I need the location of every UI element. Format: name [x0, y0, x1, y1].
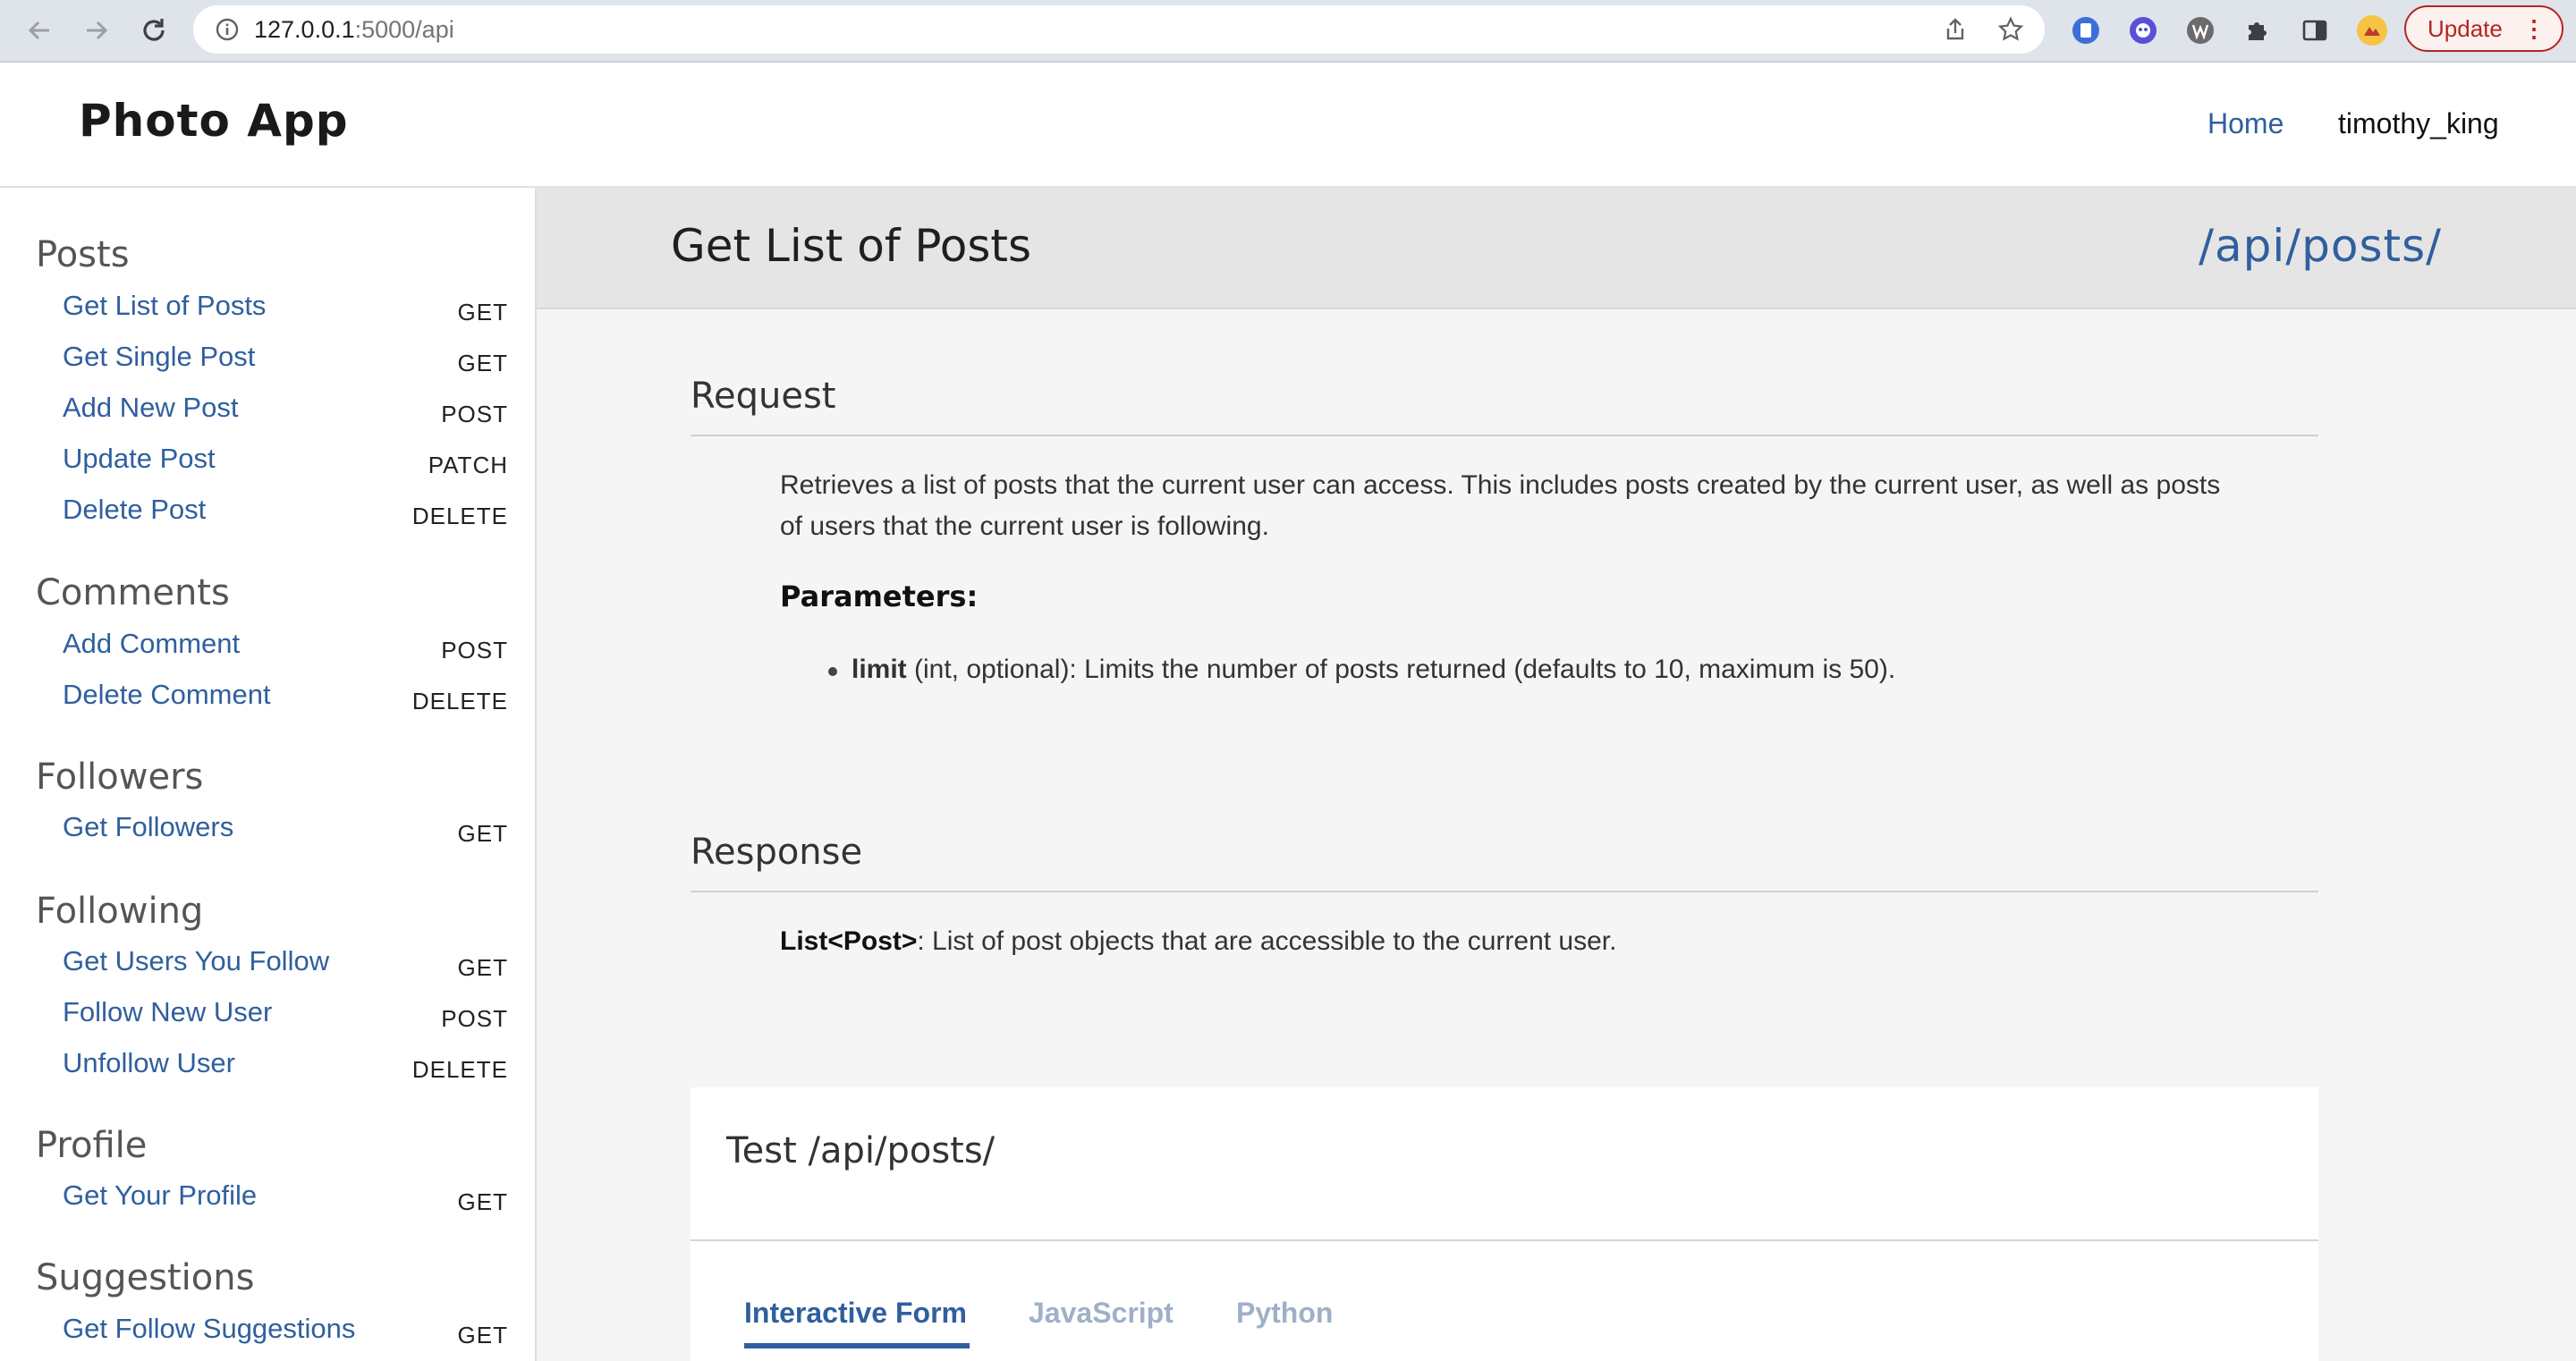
sidebar-item-get-single-post[interactable]: Get Single Post GET — [0, 341, 535, 385]
sidebar-item-label[interactable]: Get Single Post — [63, 341, 255, 373]
sidebar-section-comments: Comments — [36, 572, 230, 613]
sidebar-item-get-your-profile[interactable]: Get Your Profile GET — [0, 1179, 535, 1224]
url-text: 127.0.0.1:5000/api — [254, 5, 454, 54]
browser-toolbar: 127.0.0.1:5000/api Update ⋮ — [0, 0, 2576, 63]
divider — [691, 891, 2318, 892]
sidebar-item-label[interactable]: Unfollow User — [63, 1047, 235, 1079]
app-header: Photo App Home timothy_king — [0, 63, 2576, 188]
update-label: Update — [2428, 15, 2503, 42]
sidebar-item-label[interactable]: Add Comment — [63, 628, 240, 660]
request-description: Retrieves a list of posts that the curre… — [780, 465, 2318, 547]
sidebar-item-update-post[interactable]: Update Post PATCH — [0, 443, 535, 487]
method-badge: GET — [457, 954, 508, 981]
method-badge: GET — [457, 1188, 508, 1215]
endpoint-header: Get List of Posts /api/posts/ — [537, 188, 2576, 309]
parameter-name: limit — [852, 655, 907, 684]
sidebar-item-follow-new-user[interactable]: Follow New User POST — [0, 996, 535, 1041]
sidebar-section-following: Following — [36, 891, 204, 932]
response-type: List<Post> — [780, 926, 918, 956]
sidebar-item-get-users-you-follow[interactable]: Get Users You Follow GET — [0, 945, 535, 990]
app-title[interactable]: Photo App — [79, 95, 349, 147]
sidebar-item-unfollow-user[interactable]: Unfollow User DELETE — [0, 1047, 535, 1092]
side-panel-icon[interactable] — [2297, 13, 2333, 48]
sidebar-section-followers: Followers — [36, 757, 204, 798]
request-description-line: of users that the current user is follow… — [780, 511, 1269, 541]
active-tab-indicator — [744, 1343, 970, 1348]
method-badge: DELETE — [411, 688, 508, 714]
sidebar-item-label[interactable]: Get Followers — [63, 811, 233, 843]
method-badge: POST — [441, 1005, 508, 1032]
response-text: : List of post objects that are accessib… — [917, 926, 1617, 956]
site-info-icon[interactable] — [211, 13, 243, 46]
response-heading: Response — [691, 832, 863, 873]
extensions-puzzle-icon[interactable] — [2240, 13, 2275, 48]
method-badge: GET — [457, 350, 508, 376]
sidebar-section-posts: Posts — [36, 234, 130, 275]
tab-interactive-form[interactable]: Interactive Form — [744, 1297, 967, 1330]
extension-wordpress-icon[interactable] — [2182, 13, 2218, 48]
reload-icon[interactable] — [134, 11, 174, 50]
sidebar-section-profile: Profile — [36, 1125, 148, 1166]
method-badge: GET — [457, 299, 508, 325]
method-badge: GET — [457, 820, 508, 847]
method-badge: DELETE — [411, 1056, 508, 1083]
divider — [691, 1239, 2318, 1241]
extension-bot-icon[interactable] — [2125, 13, 2161, 48]
sidebar-item-delete-post[interactable]: Delete Post DELETE — [0, 494, 535, 538]
address-bar[interactable]: 127.0.0.1:5000/api — [193, 5, 2045, 54]
test-title: Test /api/posts/ — [726, 1130, 996, 1171]
more-menu-icon[interactable]: ⋮ — [2522, 7, 2546, 50]
sidebar-item-delete-comment[interactable]: Delete Comment DELETE — [0, 679, 535, 723]
url-host: 127.0.0.1 — [254, 16, 355, 43]
method-badge: DELETE — [411, 503, 508, 529]
method-badge: POST — [441, 637, 508, 664]
share-icon[interactable] — [1939, 13, 1971, 46]
sidebar-item-label[interactable]: Follow New User — [63, 996, 272, 1028]
extension-docs-icon[interactable] — [2068, 13, 2104, 48]
tab-python[interactable]: Python — [1236, 1297, 1333, 1330]
method-badge: POST — [441, 401, 508, 427]
bookmark-star-icon[interactable] — [1995, 13, 2027, 46]
sidebar-item-get-followers[interactable]: Get Followers GET — [0, 811, 535, 856]
sidebar-item-label[interactable]: Get List of Posts — [63, 290, 266, 322]
test-panel: Test /api/posts/ Interactive Form JavaSc… — [691, 1087, 2318, 1361]
request-heading: Request — [691, 376, 836, 417]
response-description: List<Post>: List of post objects that ar… — [780, 921, 2318, 962]
bullet — [828, 667, 837, 676]
tab-javascript[interactable]: JavaScript — [1029, 1297, 1174, 1330]
sidebar-item-label[interactable]: Get Your Profile — [63, 1179, 257, 1212]
divider — [691, 435, 2318, 436]
method-badge: GET — [457, 1322, 508, 1348]
back-icon[interactable] — [20, 11, 59, 50]
sidebar-item-add-comment[interactable]: Add Comment POST — [0, 628, 535, 672]
nav-username[interactable]: timothy_king — [2338, 107, 2499, 140]
sidebar-item-label[interactable]: Update Post — [63, 443, 216, 475]
sidebar: Posts Get List of Posts GET Get Single P… — [0, 188, 537, 1361]
forward-icon[interactable] — [77, 11, 116, 50]
sidebar-item-add-new-post[interactable]: Add New Post POST — [0, 392, 535, 436]
sidebar-item-get-list-of-posts[interactable]: Get List of Posts GET — [0, 290, 535, 334]
sidebar-item-get-follow-suggestions[interactable]: Get Follow Suggestions GET — [0, 1313, 535, 1357]
parameters-label: Parameters: — [780, 579, 979, 613]
parameter-description: (int, optional): Limits the number of po… — [906, 655, 1896, 684]
browser-update-button[interactable]: Update ⋮ — [2404, 5, 2563, 52]
url-path: :5000/api — [354, 16, 454, 43]
sidebar-item-label[interactable]: Get Follow Suggestions — [63, 1313, 355, 1345]
main-content: Get List of Posts /api/posts/ Request Re… — [537, 188, 2576, 1361]
sidebar-item-label[interactable]: Delete Comment — [63, 679, 271, 711]
profile-avatar-icon[interactable] — [2354, 13, 2390, 48]
request-description-line: Retrieves a list of posts that the curre… — [780, 470, 2221, 500]
sidebar-item-label[interactable]: Add New Post — [63, 392, 238, 424]
nav-home-link[interactable]: Home — [2207, 107, 2284, 140]
sidebar-item-label[interactable]: Get Users You Follow — [63, 945, 329, 977]
sidebar-section-suggestions: Suggestions — [36, 1257, 255, 1298]
parameter-item: limit (int, optional): Limits the number… — [852, 655, 1895, 685]
sidebar-item-label[interactable]: Delete Post — [63, 494, 206, 526]
endpoint-path: /api/posts/ — [2199, 220, 2442, 272]
endpoint-title: Get List of Posts — [671, 220, 1032, 272]
method-badge: PATCH — [428, 452, 508, 478]
